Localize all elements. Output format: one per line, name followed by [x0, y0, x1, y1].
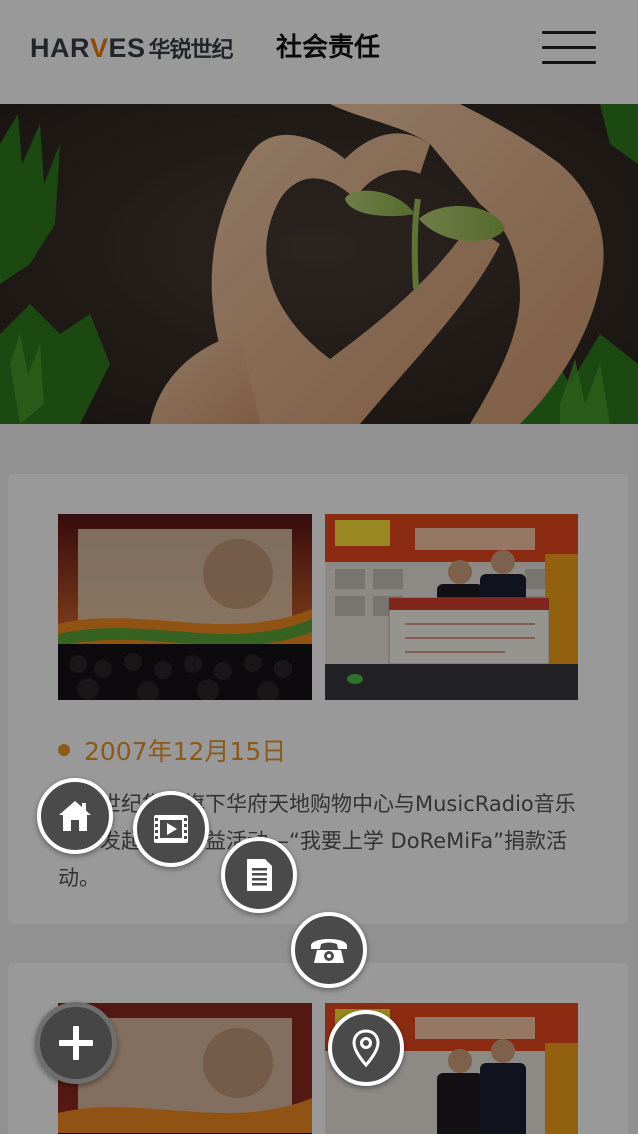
phone-icon[interactable]	[291, 912, 367, 988]
location-pin-icon[interactable]	[328, 1010, 404, 1086]
film-icon[interactable]	[133, 791, 209, 867]
plus-icon[interactable]	[35, 1002, 117, 1084]
document-icon[interactable]	[221, 837, 297, 913]
home-icon[interactable]	[37, 778, 113, 854]
